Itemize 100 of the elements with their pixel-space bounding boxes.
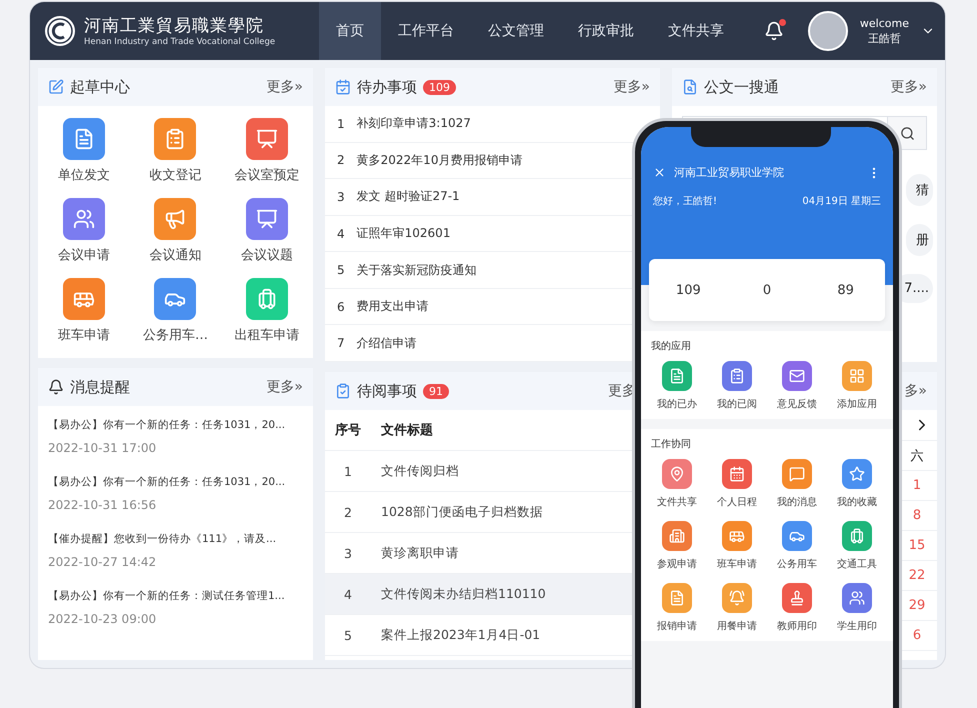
app-shortcut[interactable]: 报销申请 — [647, 583, 707, 633]
message-text[interactable]: 【催办提醒】您收到一份待办《111》，请及... — [48, 532, 276, 546]
more-link[interactable]: 更多» — [613, 78, 650, 96]
nav-tab[interactable]: 行政审批 — [561, 2, 651, 60]
app-label: 会议议题 — [241, 247, 294, 264]
app-label: 公务用车… — [142, 327, 208, 344]
app-shortcut[interactable]: 我的已阅 — [707, 361, 767, 411]
app-label: 意见反馈 — [777, 398, 817, 411]
user-name: 王皓哲 — [868, 31, 901, 46]
document-title[interactable]: 黄珍离职申请 — [381, 544, 459, 562]
people-icon — [72, 208, 95, 230]
app-shortcut[interactable]: 参观申请 — [647, 521, 707, 571]
more-link[interactable]: 更多» — [266, 78, 303, 96]
file-search-icon — [682, 79, 698, 95]
app-shortcut[interactable]: 出租车申请 — [221, 278, 313, 344]
calendar-icon — [335, 79, 351, 95]
search-icon — [900, 126, 914, 140]
board-icon — [256, 128, 278, 150]
app-label: 出租车申请 — [234, 327, 300, 344]
count-badge: 91 — [423, 384, 449, 398]
panel-title: 公文一搜通 — [704, 78, 779, 96]
document-title[interactable]: 文件传阅归档 — [381, 462, 459, 480]
todo-item-title[interactable]: 补刻印章申请3:1027 — [356, 115, 471, 132]
app-label: 交通工具 — [837, 558, 877, 571]
app-shortcut[interactable]: 添加应用 — [827, 361, 887, 411]
more-link[interactable]: 更多» — [266, 378, 303, 396]
nav-tab[interactable]: 文件共享 — [651, 2, 741, 60]
stamp-icon — [789, 590, 805, 606]
app-shortcut[interactable]: 我的收藏 — [827, 459, 887, 509]
app-shortcut[interactable]: 我的消息 — [767, 459, 827, 509]
app-label: 学生用印 — [837, 620, 877, 633]
app-shortcut[interactable]: 学生用印 — [827, 583, 887, 633]
emblem-icon — [44, 15, 76, 47]
people-icon — [849, 590, 865, 606]
app-title: 河南工业贸易职业学院 — [674, 165, 784, 180]
app-shortcut[interactable]: 公务用车 — [767, 521, 827, 571]
app-shortcut[interactable]: 公务用车… — [130, 278, 222, 344]
app-shortcut[interactable]: 用餐申请 — [707, 583, 767, 633]
app-label: 收文登记 — [149, 167, 202, 184]
app-shortcut[interactable]: 收文登记 — [130, 118, 222, 184]
close-icon[interactable] — [653, 166, 666, 179]
search-tag[interactable]: 册 — [906, 224, 933, 256]
app-shortcut[interactable]: 个人日程 — [707, 459, 767, 509]
stat-number: 89 — [836, 282, 855, 298]
app-shortcut[interactable]: 教师用印 — [767, 583, 827, 633]
greeting-text: 您好，王皓哲! — [653, 194, 718, 208]
search-tag[interactable]: 猜 — [906, 174, 933, 206]
more-link[interactable]: 多» — [904, 382, 927, 400]
todo-item-title[interactable]: 关于落实新冠防疫通知 — [356, 262, 477, 279]
todo-item-title[interactable]: 证照年审102601 — [356, 225, 450, 242]
app-shortcut[interactable]: 单位发文 — [38, 118, 130, 184]
app-shortcut[interactable]: 文件共享 — [647, 459, 707, 509]
edit-icon — [48, 79, 64, 95]
document-title[interactable]: 1028部门便函电子归档数据 — [381, 504, 543, 520]
bell-icon — [729, 590, 745, 606]
app-shortcut[interactable]: 会议通知 — [130, 198, 222, 264]
more-link[interactable]: 更多» — [890, 78, 927, 96]
app-label: 我的收藏 — [837, 496, 877, 509]
app-label: 公务用车 — [777, 558, 817, 571]
section-title: 工作协同 — [651, 438, 692, 451]
stat-number: 0 — [762, 282, 772, 298]
building-icon — [669, 528, 685, 544]
user-avatar[interactable] — [808, 11, 848, 51]
document-icon — [669, 590, 685, 606]
form-icon — [729, 368, 745, 384]
app-shortcut[interactable]: 会议议题 — [221, 198, 313, 264]
app-shortcut[interactable]: 会议室预定 — [221, 118, 313, 184]
app-label: 会议申请 — [58, 247, 110, 264]
todo-item-title[interactable]: 发文 超时验证27-1 — [356, 188, 460, 206]
nav-tab[interactable]: 公文管理 — [471, 2, 561, 60]
app-label: 会议室预定 — [234, 167, 300, 184]
notification-bell-icon[interactable] — [764, 21, 784, 41]
app-label: 添加应用 — [837, 398, 877, 411]
app-label: 我的消息 — [777, 496, 817, 509]
app-shortcut[interactable]: 我的已办 — [647, 361, 707, 411]
document-icon — [669, 368, 685, 384]
nav-tab[interactable]: 首页 — [319, 2, 381, 60]
nav-tab[interactable]: 工作平台 — [381, 2, 471, 60]
count-badge: 109 — [423, 80, 456, 94]
item-number: 7 — [337, 336, 345, 350]
todo-item-title[interactable]: 介绍信申请 — [356, 334, 417, 352]
app-shortcut[interactable]: 班车申请 — [707, 521, 767, 571]
app-shortcut[interactable]: 会议申请 — [38, 198, 130, 264]
app-shortcut[interactable]: 交通工具 — [827, 521, 887, 571]
app-label: 班车申请 — [58, 327, 110, 344]
section-title: 我的应用 — [651, 340, 692, 353]
message-text[interactable]: 【易办公】你有一个新的任务：测试任务管理1... — [48, 589, 285, 603]
app-shortcut[interactable]: 意见反馈 — [767, 361, 827, 411]
panel-title: 起草中心 — [70, 78, 130, 96]
document-title[interactable]: 案件上报2023年1月4日-01 — [381, 626, 540, 644]
todo-item-title[interactable]: 黄多2022年10月费用报销申请 — [356, 152, 522, 169]
todo-item-title[interactable]: 费用支出申请 — [356, 298, 429, 316]
college-name: 河南工業貿易職業學院 — [84, 15, 265, 37]
grid-icon — [849, 368, 865, 384]
message-text[interactable]: 【易办公】你有一个新的任务：任务1031，20... — [48, 418, 286, 432]
item-number: 1 — [337, 116, 345, 131]
app-label: 个人日程 — [717, 496, 757, 509]
app-shortcut[interactable]: 班车申请 — [38, 278, 130, 344]
star-icon — [849, 466, 865, 482]
message-text[interactable]: 【易办公】你有一个新的任务：任务1031，20... — [48, 475, 286, 489]
